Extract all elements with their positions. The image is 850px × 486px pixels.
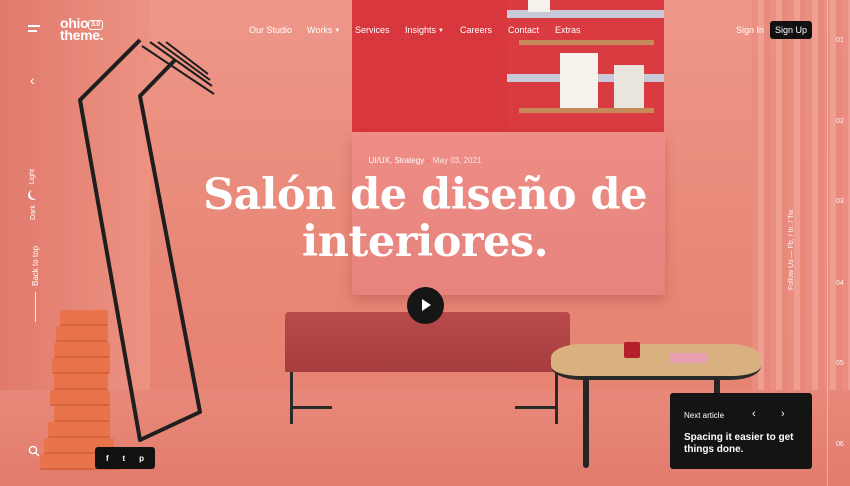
twitter-icon[interactable]: t <box>123 454 126 463</box>
nav-label: Services <box>355 25 390 35</box>
next-article-label: Next article <box>684 411 725 420</box>
theme-toggle[interactable]: Light Dark <box>27 165 43 223</box>
nav-label: Insights <box>405 25 437 35</box>
next-article-card[interactable]: Next article ‹ › Spacing it easier to ge… <box>670 393 812 469</box>
search-icon[interactable] <box>28 445 40 457</box>
theme-dark-label: Dark <box>29 205 37 220</box>
back-to-top-link[interactable]: Back to top <box>31 246 40 286</box>
sign-in-link[interactable]: Sign In <box>736 25 764 35</box>
title-line-2: interiores. <box>301 217 549 267</box>
next-article-title[interactable]: Spacing it easier to get things done. <box>684 432 802 456</box>
post-meta: UI/UX, Strategy · May 03, 2021 <box>0 156 850 165</box>
follow-separator: / <box>788 220 795 223</box>
page-title: Salón de diseño de interiores. <box>130 172 720 266</box>
magazine-decor <box>670 353 708 363</box>
follow-separator: / <box>788 234 795 237</box>
social-links: f t p <box>95 447 155 469</box>
slide-number[interactable]: 03 <box>836 198 844 205</box>
site-header: ohio theme. 3.0 Our Studio Works ▼ Servic… <box>0 0 850 60</box>
slide-rail <box>827 0 850 486</box>
follow-link-fb[interactable]: Fb. <box>788 238 795 248</box>
nav-item-careers[interactable]: Careers <box>460 25 492 35</box>
pinterest-icon[interactable]: p <box>139 454 144 463</box>
slide-number[interactable]: 06 <box>836 441 844 448</box>
bench-rail-decor <box>290 406 332 409</box>
title-line-1: Salón de diseño de <box>203 170 647 220</box>
nav-item-contact[interactable]: Contact <box>508 25 539 35</box>
bench-rail-decor <box>515 406 558 409</box>
nav-item-extras[interactable]: Extras <box>555 25 581 35</box>
post-date: May 03, 2021 <box>432 156 482 165</box>
nav-item-works[interactable]: Works ▼ <box>307 25 340 35</box>
menu-icon[interactable] <box>28 25 42 37</box>
post-category[interactable]: UI/UX, Strategy <box>369 156 425 165</box>
bench-leg-decor <box>290 372 293 424</box>
nav-label: Works <box>307 25 333 35</box>
nav-label: Extras <box>555 25 581 35</box>
nav-item-services[interactable]: Services <box>355 25 390 35</box>
follow-link-in[interactable]: In. <box>788 225 795 233</box>
nav-label: Careers <box>460 25 493 35</box>
play-video-button[interactable] <box>407 287 444 324</box>
mug-decor <box>624 342 640 358</box>
facebook-icon[interactable]: f <box>106 454 109 463</box>
chevron-right-icon[interactable]: › <box>781 408 785 420</box>
back-to-top-line <box>35 292 36 322</box>
nav-item-insights[interactable]: Insights ▼ <box>405 25 444 35</box>
nav-item-our-studio[interactable]: Our Studio <box>249 25 292 35</box>
moon-icon <box>30 189 40 199</box>
follow-us: Follow Us — Fb. / In. / Tw. <box>788 208 795 290</box>
slide-number[interactable]: 05 <box>836 360 844 367</box>
meta-separator: · <box>427 156 430 165</box>
sign-up-button[interactable]: Sign Up <box>770 21 812 39</box>
follow-link-tw[interactable]: Tw. <box>788 208 795 219</box>
logo-text-2: theme. <box>60 27 104 43</box>
chevron-down-icon: ▼ <box>334 28 341 34</box>
back-arrow-icon[interactable]: ‹ <box>30 72 35 88</box>
slide-number[interactable]: 01 <box>836 37 844 44</box>
chevron-left-icon[interactable]: ‹ <box>752 408 756 420</box>
nav-label: Contact <box>508 25 540 35</box>
theme-light-label: Light <box>29 168 37 185</box>
hero-stage: ohio theme. 3.0 Our Studio Works ▼ Servic… <box>0 0 850 486</box>
nav-label: Our Studio <box>249 25 293 35</box>
follow-label: Follow Us — <box>788 250 795 290</box>
chevron-down-icon: ▼ <box>438 28 444 34</box>
site-logo[interactable]: ohio theme. 3.0 <box>60 16 104 43</box>
slide-number[interactable]: 04 <box>836 280 844 287</box>
table-decor <box>551 344 761 380</box>
bench-leg-decor <box>555 372 558 424</box>
table-leg-decor <box>583 378 589 468</box>
slide-number[interactable]: 02 <box>836 118 844 125</box>
logo-version-badge: 3.0 <box>88 20 103 30</box>
